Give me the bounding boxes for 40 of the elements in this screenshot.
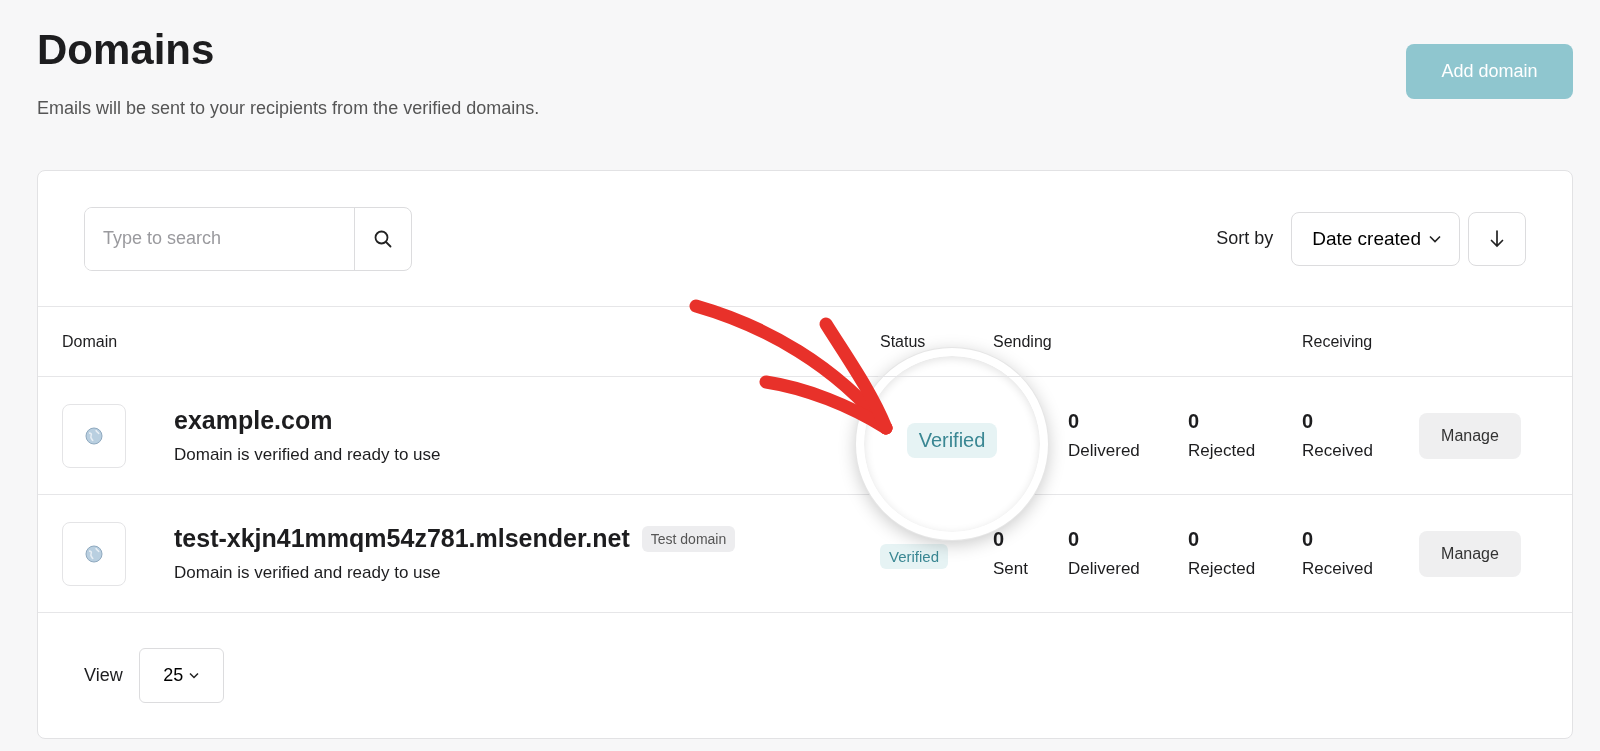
sort-dropdown[interactable]: Date created	[1291, 211, 1460, 266]
chevron-down-icon	[1429, 234, 1441, 243]
delivered-count: 0	[1068, 528, 1080, 551]
domain-description: Domain is verified and ready to use	[174, 445, 442, 465]
status-badge: Verified	[906, 422, 998, 458]
received-count: 0	[1302, 528, 1314, 551]
received-label: Received	[1302, 441, 1373, 461]
delivered-count: 0	[1068, 410, 1080, 433]
column-header: Receiving	[1302, 332, 1374, 351]
arrow-down-icon	[1490, 229, 1504, 248]
page-subtitle: Emails will be sent to your recipients from the verified domains.	[37, 98, 540, 119]
sort-label: Sort by	[1216, 228, 1274, 249]
delivered-label: Delivered	[1068, 559, 1140, 579]
column-header: Sending	[993, 332, 1053, 351]
page-size-dropdown[interactable]: 25	[138, 648, 224, 703]
column-header: Domain	[62, 332, 119, 351]
domain-name[interactable]: example.com	[174, 406, 333, 435]
sent-count: 0	[993, 528, 1005, 551]
domain-name[interactable]: test-xkjn41mmqm54z781.mlsender.net	[174, 524, 630, 553]
domain-description: Domain is verified and ready to use	[174, 563, 442, 583]
rejected-count: 0	[1188, 528, 1200, 551]
view-label: View	[84, 665, 123, 686]
test-domain-tag: Test domain	[641, 525, 736, 552]
rejected-count: 0	[1188, 410, 1200, 433]
received-label: Received	[1302, 559, 1373, 579]
page-title: Domains	[37, 25, 216, 75]
chevron-down-icon	[189, 672, 200, 679]
rejected-label: Rejected	[1188, 441, 1256, 461]
delivered-label: Delivered	[1068, 441, 1140, 461]
manage-button[interactable]: Manage	[1419, 530, 1521, 577]
rejected-label: Rejected	[1188, 559, 1256, 579]
search-field[interactable]: Type to search	[84, 206, 412, 271]
column-header: Status	[880, 332, 927, 351]
globe-icon	[85, 544, 103, 563]
sent-label: Sent	[993, 559, 1028, 579]
search-icon[interactable]	[373, 228, 393, 249]
globe-icon	[85, 426, 103, 445]
status-badge: Verified	[880, 544, 949, 569]
manage-button[interactable]: Manage	[1419, 412, 1521, 459]
received-count: 0	[1302, 410, 1314, 433]
